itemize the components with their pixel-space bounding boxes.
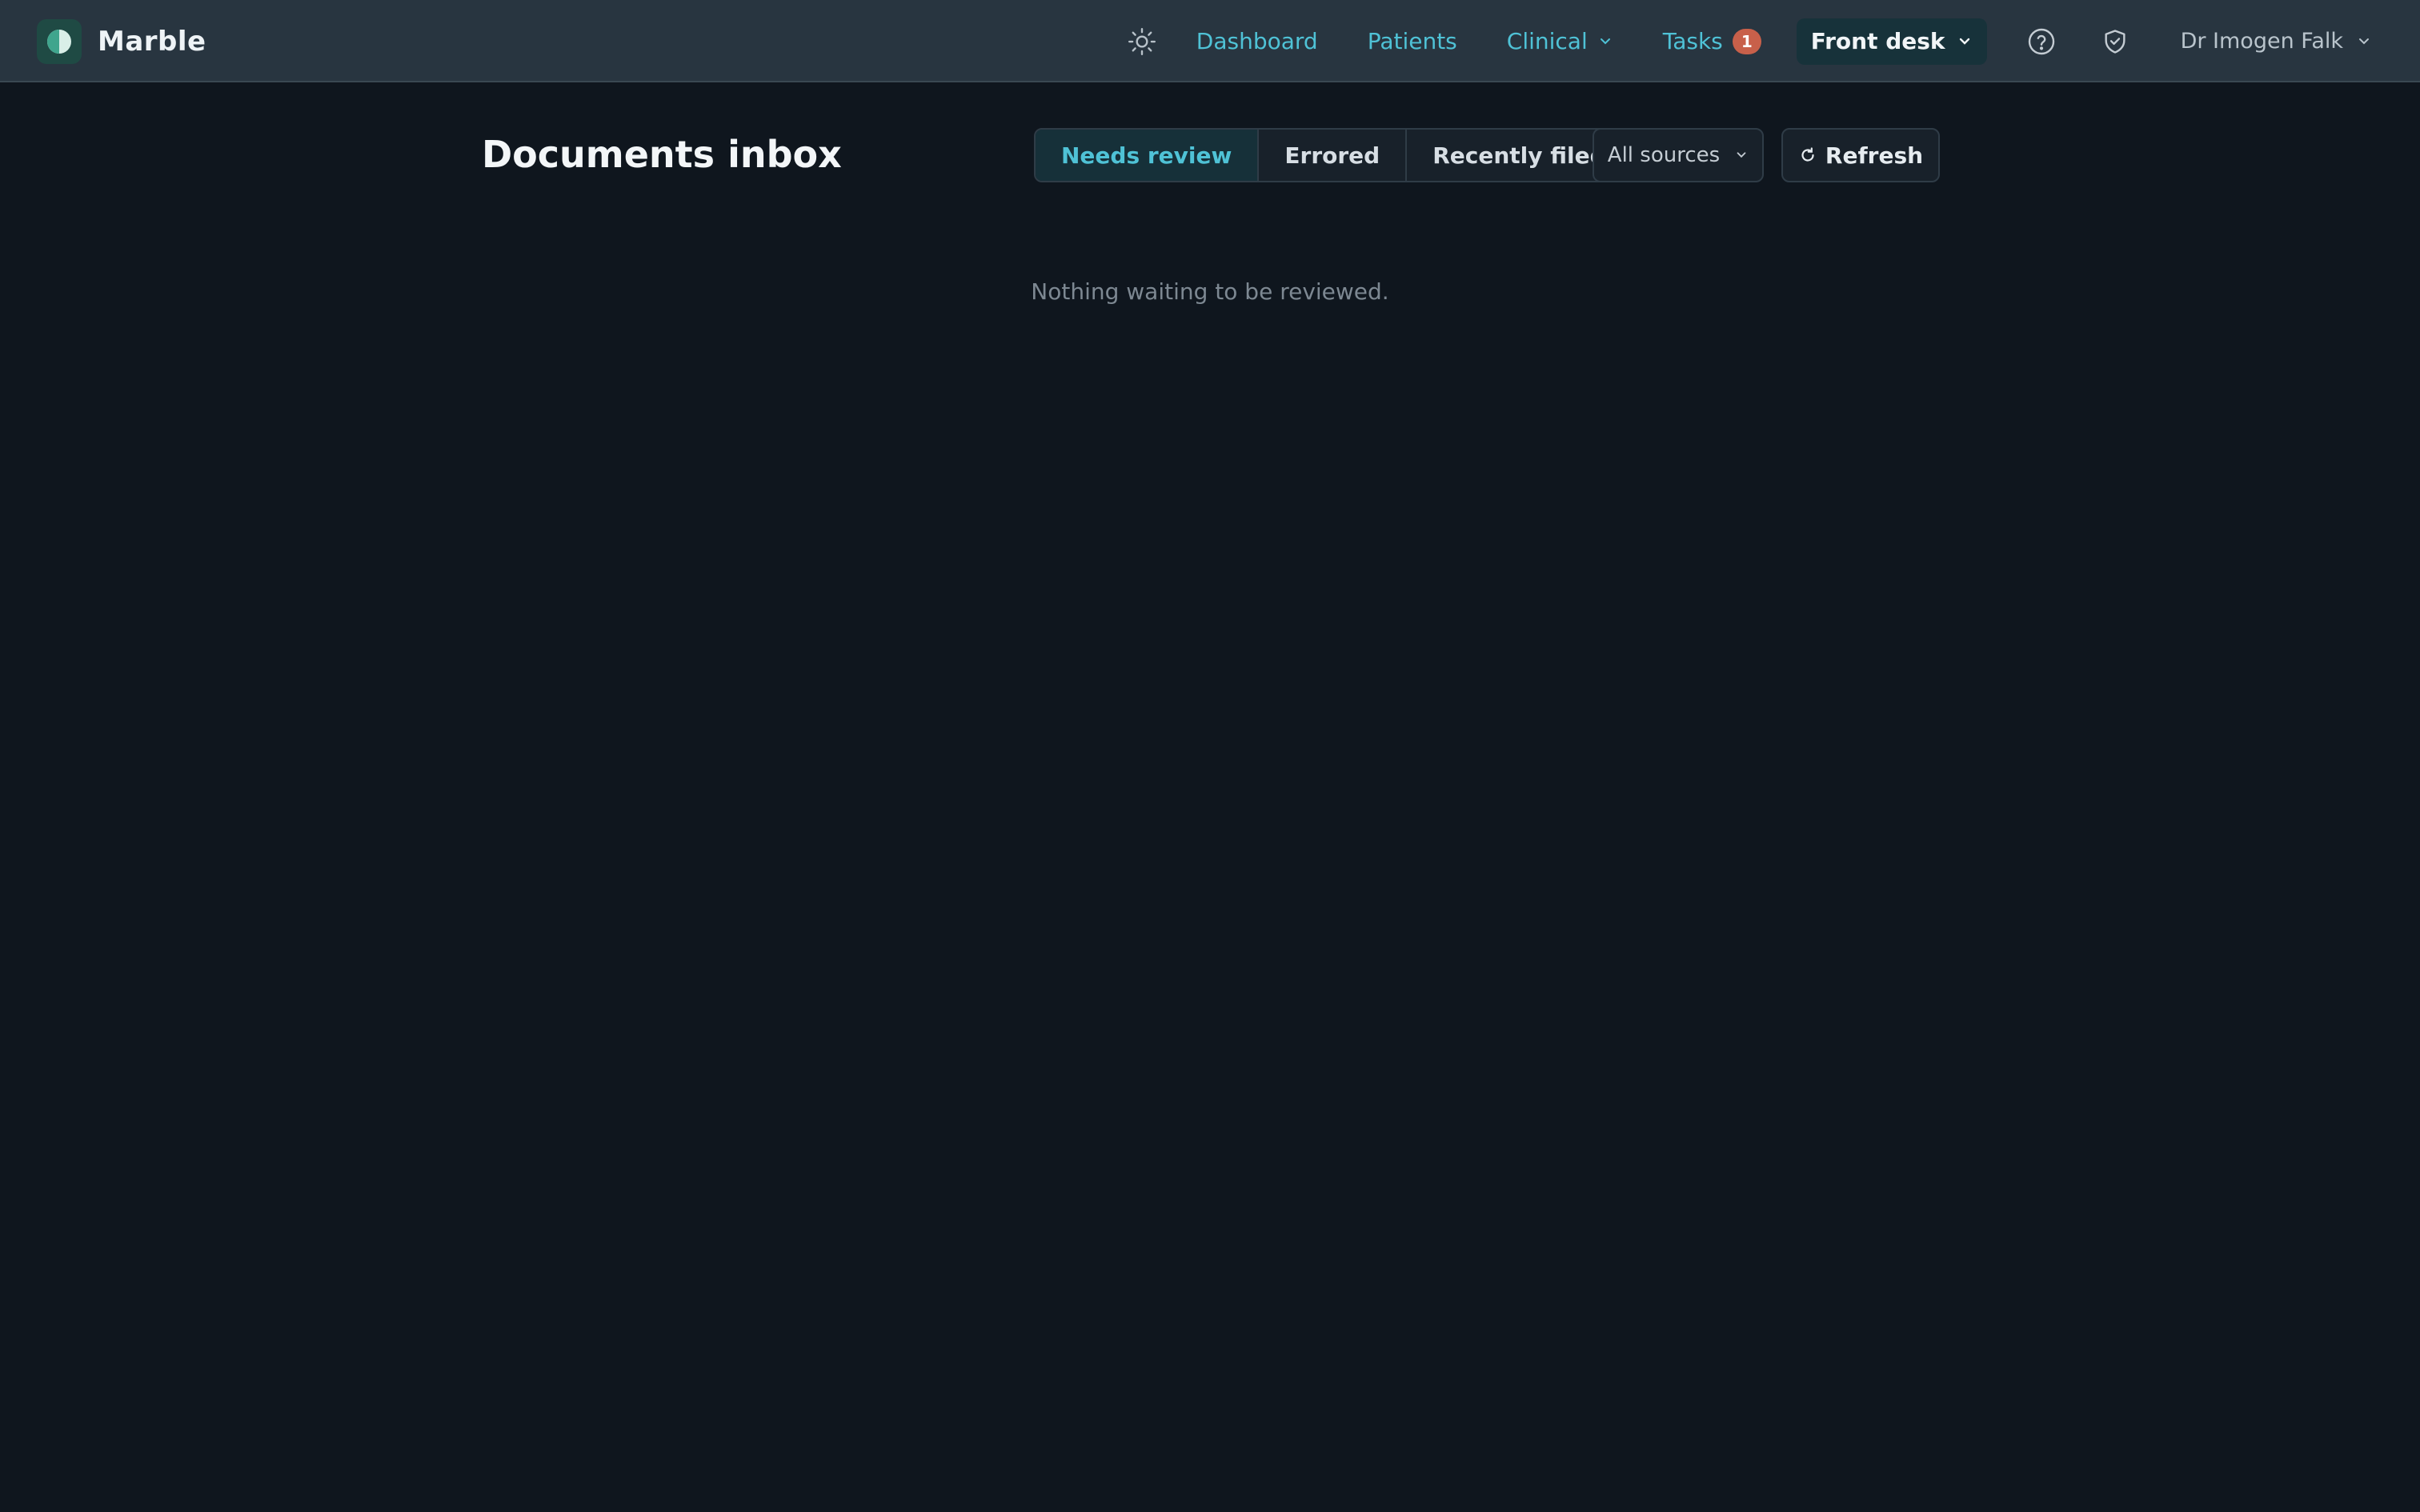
nav-tasks[interactable]: Tasks 1 [1663,28,1761,54]
tab-errored[interactable]: Errored [1259,130,1408,181]
brand[interactable]: Marble [37,19,206,64]
user-menu[interactable]: Dr Imogen Falk [2181,29,2372,54]
security-button[interactable] [2093,19,2138,64]
nav-dashboard[interactable]: Dashboard [1196,28,1318,54]
source-select-value: All sources [1607,143,1721,167]
empty-state-message: Nothing waiting to be reviewed. [1031,278,1389,305]
chevron-down-icon [2359,38,2369,44]
help-circle-icon [2028,28,2054,54]
shield-check-icon [2105,29,2126,54]
main-nav: Dashboard Patients Clinical Tasks 1 Fron… [1120,0,2420,82]
top-navigation-bar: Marble Dashboard Patients Clinical Tasks… [0,0,2420,82]
page-title: Documents inbox [482,133,842,176]
user-name: Dr Imogen Falk [2180,29,2343,54]
nav-clinical[interactable]: Clinical [1507,28,1613,54]
nav-clinical-label: Clinical [1506,28,1588,54]
source-select[interactable]: All sources [1593,128,1764,182]
refresh-icon [1801,147,1814,162]
help-button[interactable] [2019,19,2064,64]
nav-patients[interactable]: Patients [1368,28,1457,54]
refresh-button[interactable]: Refresh [1781,128,1940,182]
chevron-down-icon [1737,152,1746,158]
nav-tasks-label: Tasks [1662,28,1723,54]
marble-logo-icon [37,19,82,64]
tab-needs-review[interactable]: Needs review [1036,130,1260,181]
refresh-label: Refresh [1825,142,1924,169]
role-switcher-button[interactable]: Front desk [1796,18,1987,65]
filter-tabs: Needs review Errored Recently filed [1034,128,1633,182]
chevron-down-icon [1600,38,1610,44]
sun-icon [1128,27,1156,55]
tasks-count-badge: 1 [1732,28,1761,54]
chevron-down-icon [1959,38,1969,45]
role-label: Front desk [1810,28,1945,54]
theme-toggle-button[interactable] [1120,19,1164,64]
app-name: Marble [98,26,206,58]
